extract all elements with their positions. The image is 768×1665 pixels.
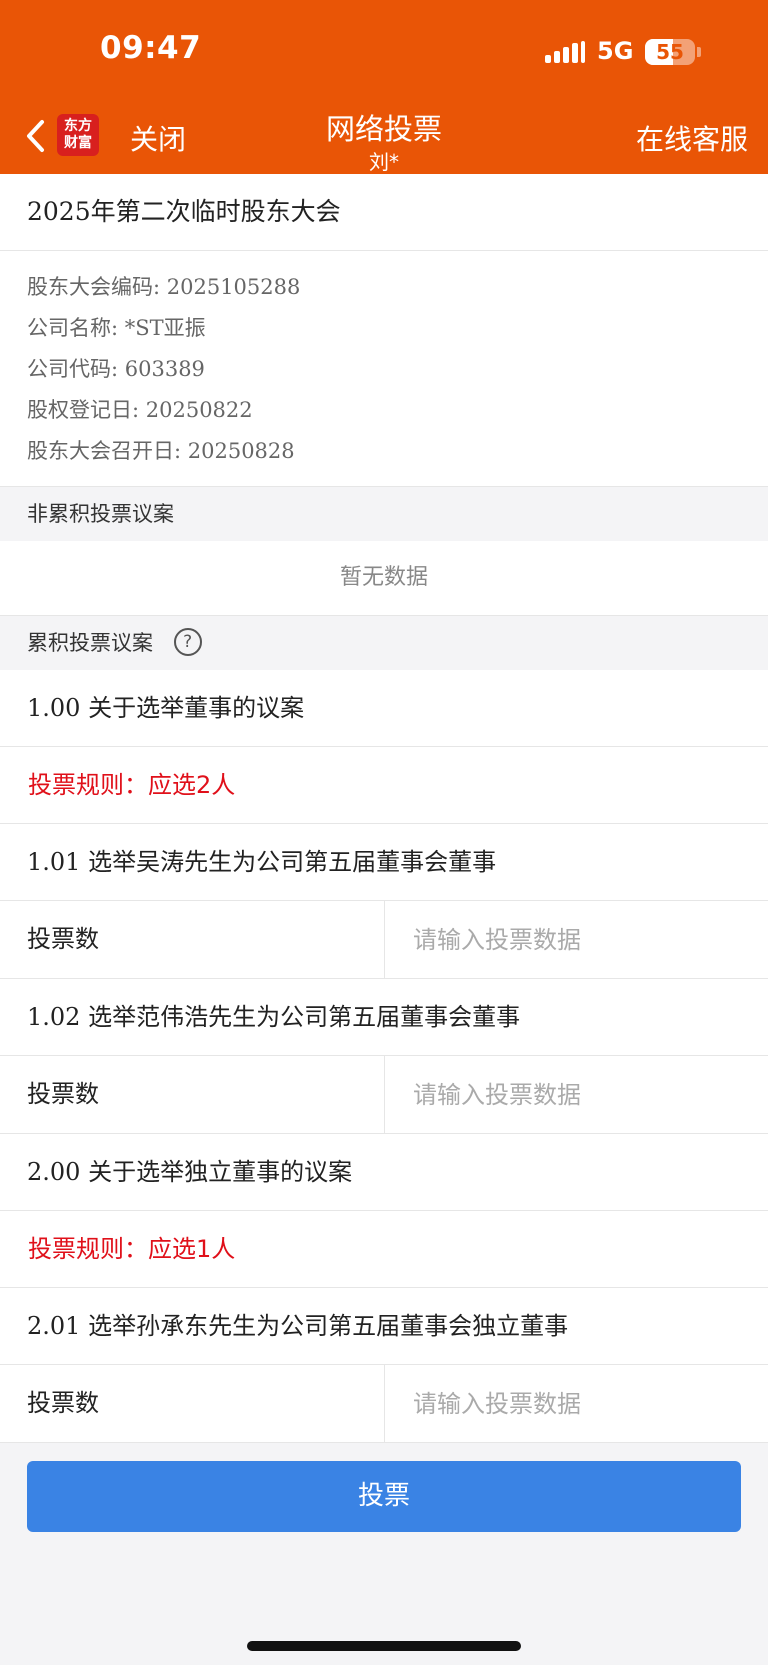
vote-rule: 投票规则：应选2人 bbox=[0, 747, 768, 824]
cumulative-header-label: 累积投票议案 bbox=[27, 631, 153, 655]
vote-rule: 投票规则：应选1人 bbox=[0, 1211, 768, 1288]
battery-tip bbox=[697, 47, 701, 57]
vote-submit-button[interactable]: 投票 bbox=[27, 1461, 741, 1532]
meeting-date: 股东大会召开日: 20250828 bbox=[27, 439, 295, 463]
vote-row: 投票数 bbox=[0, 901, 768, 979]
meeting-title: 2025年第二次临时股东大会 bbox=[0, 174, 768, 251]
vote-count-input[interactable] bbox=[385, 901, 768, 978]
vote-count-label: 投票数 bbox=[0, 901, 385, 978]
proposal-title: 2.00 关于选举独立董事的议案 bbox=[0, 1134, 768, 1211]
meeting-code: 股东大会编码: 2025105288 bbox=[27, 275, 301, 299]
eastmoney-logo: 东方 财富 bbox=[57, 114, 99, 156]
vote-row: 投票数 bbox=[0, 1056, 768, 1134]
home-indicator bbox=[247, 1641, 521, 1651]
status-time: 09:47 bbox=[100, 30, 202, 66]
back-button[interactable] bbox=[22, 116, 52, 156]
vote-count-label: 投票数 bbox=[0, 1056, 385, 1133]
help-icon[interactable]: ? bbox=[173, 628, 202, 656]
vote-content: 2025年第二次临时股东大会 股东大会编码: 2025105288 公司名称: … bbox=[0, 174, 768, 1443]
company-code: 公司代码: 603389 bbox=[27, 357, 205, 381]
proposal-title: 1.00 关于选举董事的议案 bbox=[0, 670, 768, 747]
vote-count-label: 投票数 bbox=[0, 1365, 385, 1442]
account-name: 刘* bbox=[369, 150, 399, 174]
company-name: 公司名称: *ST亚振 bbox=[27, 316, 206, 340]
meeting-info: 股东大会编码: 2025105288 公司名称: *ST亚振 公司代码: 603… bbox=[0, 251, 768, 487]
record-date: 股权登记日: 20250822 bbox=[27, 398, 253, 422]
vote-row: 投票数 bbox=[0, 1365, 768, 1443]
customer-service-button[interactable]: 在线客服 bbox=[636, 118, 748, 158]
app-header: 09:47 5G 55 东方 财富 关闭 网络投票 刘* 在线客服 bbox=[0, 0, 768, 174]
chevron-left-icon bbox=[27, 120, 44, 152]
non-cumulative-header: 非累积投票议案 bbox=[0, 487, 768, 541]
empty-state: 暂无数据 bbox=[0, 541, 768, 616]
network-label: 5G bbox=[597, 37, 634, 65]
signal-icon bbox=[545, 41, 585, 63]
close-button[interactable]: 关闭 bbox=[130, 118, 186, 158]
vote-count-input[interactable] bbox=[385, 1365, 768, 1442]
cumulative-header: 累积投票议案 ? bbox=[0, 616, 768, 670]
battery-icon: 55 bbox=[645, 39, 695, 65]
candidate-title: 1.01 选举吴涛先生为公司第五届董事会董事 bbox=[0, 824, 768, 901]
candidate-title: 1.02 选举范伟浩先生为公司第五届董事会董事 bbox=[0, 979, 768, 1056]
battery-level: 55 bbox=[656, 40, 684, 64]
page-title: 网络投票 bbox=[325, 112, 442, 146]
vote-count-input[interactable] bbox=[385, 1056, 768, 1133]
candidate-title: 2.01 选举孙承东先生为公司第五届董事会独立董事 bbox=[0, 1288, 768, 1365]
